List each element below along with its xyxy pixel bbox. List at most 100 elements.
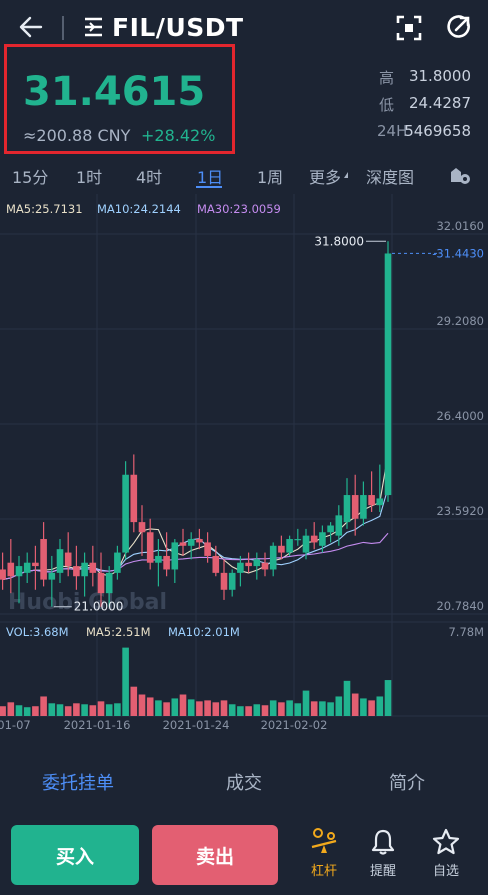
tab-more[interactable]: 更多 — [309, 164, 341, 188]
candle-body — [351, 495, 359, 519]
alert-button[interactable]: 提醒 — [355, 827, 411, 887]
volume-bar — [81, 704, 88, 716]
candle-body — [48, 572, 56, 580]
action-footer: 买入 卖出 杠杆 提醒 自选 — [0, 815, 488, 895]
candle-body — [122, 474, 129, 553]
leverage-button[interactable]: 杠杆 — [296, 827, 352, 887]
cny-price: ≈200.88 CNY — [23, 126, 131, 145]
price-change: +28.42% — [141, 126, 216, 145]
candle-body — [327, 525, 334, 533]
candle-body — [64, 552, 72, 567]
volume-bar — [122, 647, 129, 716]
volume-bar — [73, 703, 80, 716]
volume-bar — [64, 706, 72, 716]
max-price-label: 31.8000 — [314, 234, 364, 248]
candle-body — [261, 562, 269, 570]
candle-body — [73, 566, 80, 577]
tab-info[interactable]: 简介 — [389, 769, 425, 795]
candle-body — [360, 495, 367, 519]
market-list-icon[interactable] — [82, 16, 104, 38]
candle-body — [220, 572, 228, 590]
active-tab-indicator — [196, 186, 222, 188]
volume-bar — [146, 697, 154, 716]
volume-bar — [261, 705, 269, 716]
volume-bar — [269, 700, 277, 716]
volume-bar — [294, 703, 302, 716]
candle-body — [319, 532, 326, 546]
kline-svg[interactable]: 32.0160 29.2080 26.4000 23.5920 20.7840 7.78M… — [0, 194, 488, 739]
tab-trades[interactable]: 成交 — [226, 769, 262, 795]
tab-1h[interactable]: 1时 — [76, 164, 102, 188]
sell-button[interactable]: 卖出 — [152, 825, 278, 885]
volume-bar — [105, 704, 113, 716]
candle-body — [368, 495, 375, 506]
candle-body — [89, 562, 97, 573]
tab-open-orders[interactable]: 委托挂单 — [42, 769, 114, 795]
ma30-label: MA30:23.0059 — [197, 202, 281, 216]
tab-4h[interactable]: 4时 — [136, 164, 162, 188]
candle-body — [286, 539, 293, 553]
tab-15m[interactable]: 15分 — [12, 164, 48, 188]
candle-body — [56, 549, 64, 573]
volume-bar — [179, 694, 187, 716]
x-axis-label: 01-07 — [0, 718, 31, 732]
price-axis-label: 20.7840 — [436, 599, 484, 613]
candle-body — [163, 555, 170, 570]
volume-bar — [15, 705, 23, 716]
volume-bar — [187, 699, 195, 716]
volume-bar — [384, 680, 392, 716]
candle-body — [253, 559, 261, 567]
back-arrow-icon[interactable] — [16, 12, 46, 42]
interval-tabs: 15分 1时 4时 1日 1周 更多 深度图 — [0, 158, 488, 192]
volume-bar — [327, 702, 334, 716]
volume-bar — [114, 703, 121, 716]
candle-body — [228, 572, 236, 590]
candle-body — [97, 572, 105, 594]
volume-bar — [319, 701, 326, 716]
tab-1w[interactable]: 1周 — [257, 164, 283, 188]
candle-body — [187, 539, 195, 546]
volume-bar — [286, 700, 293, 716]
bottom-tabs: 委托挂单 成交 简介 — [0, 745, 488, 815]
volume-bar — [245, 706, 252, 716]
volume-max-label: 7.78M — [448, 625, 484, 639]
volume-bar — [360, 698, 367, 716]
tab-1d[interactable]: 1日 — [197, 164, 223, 188]
volume-bar — [204, 700, 211, 716]
price-highlight-box: 31.4615 ≈200.88 CNY +28.42% — [4, 44, 235, 154]
candle-body — [130, 474, 138, 523]
volume-bar — [0, 706, 6, 716]
volume-bar — [302, 690, 310, 716]
min-price-label: 21.0000 — [74, 600, 124, 614]
candle-body — [335, 515, 343, 536]
pair-title[interactable]: FIL/USDT — [112, 13, 244, 42]
divider — [62, 16, 64, 40]
volume-bar — [310, 701, 318, 716]
candle-body — [245, 562, 252, 567]
tab-depth[interactable]: 深度图 — [366, 164, 414, 188]
volume-bar — [32, 706, 39, 716]
stat-volume-label: 24H — [377, 122, 408, 140]
x-axis-label: 2021-01-16 — [64, 718, 131, 732]
volume-bar — [40, 696, 47, 716]
volume-bar — [196, 701, 203, 716]
price-axis-label: 23.5920 — [436, 504, 484, 518]
volume-bar — [48, 703, 56, 716]
candle-body — [384, 253, 392, 496]
candle-body — [146, 532, 154, 563]
buy-button[interactable]: 买入 — [11, 825, 139, 885]
candle-body — [0, 569, 6, 580]
share-icon[interactable] — [446, 14, 472, 40]
chart-settings-icon[interactable] — [448, 162, 472, 186]
watchlist-button[interactable]: 自选 — [418, 827, 474, 887]
volume-bar — [335, 696, 343, 716]
candle-body — [114, 552, 121, 573]
candle-body — [204, 542, 211, 556]
price-axis-label: 26.4000 — [436, 409, 484, 423]
fullscreen-icon[interactable] — [396, 15, 422, 41]
volume-bar — [228, 704, 236, 716]
kline-chart[interactable]: 32.0160 29.2080 26.4000 23.5920 20.7840 7.78M… — [0, 194, 488, 739]
candle-body — [105, 572, 113, 594]
volume-bar — [56, 704, 64, 716]
more-dropdown-icon — [344, 172, 348, 178]
